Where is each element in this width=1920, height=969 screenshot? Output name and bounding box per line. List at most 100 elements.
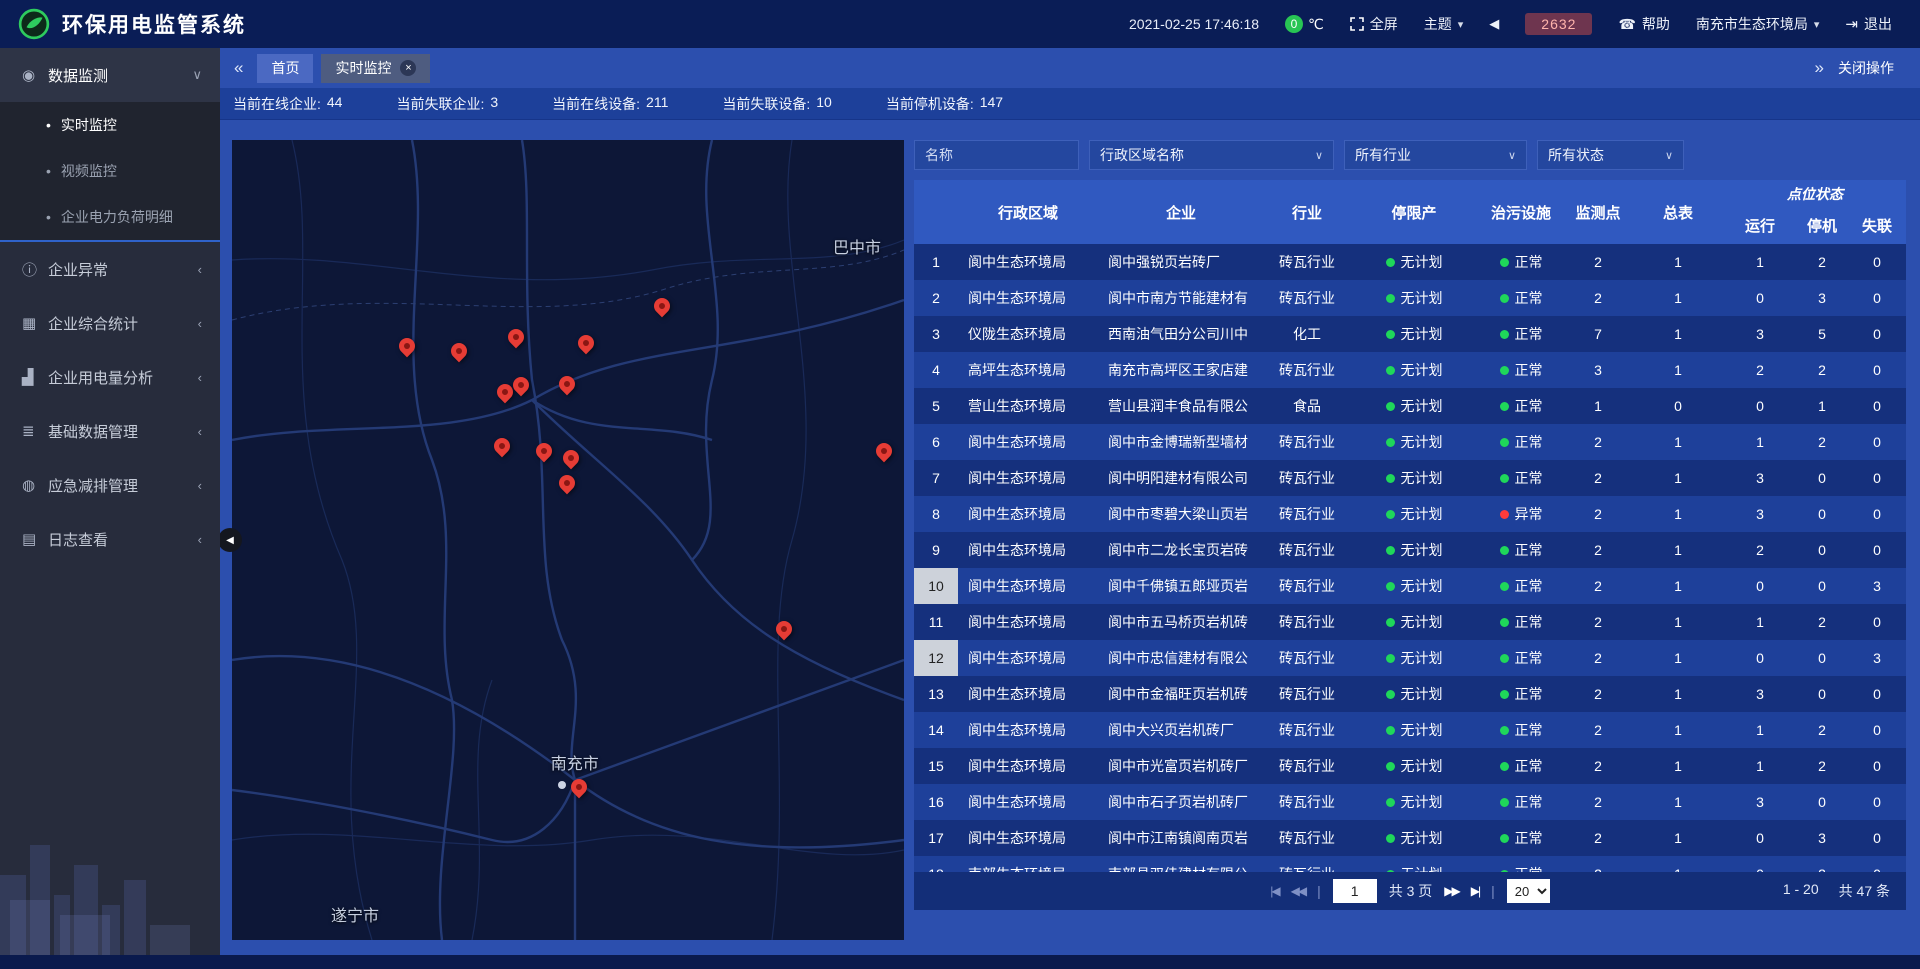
first-page-button[interactable]: |◀ xyxy=(1270,884,1278,898)
last-page-button[interactable]: ▶| xyxy=(1471,884,1479,898)
industry-filter-select[interactable]: 所有行业 ∨ xyxy=(1344,140,1527,170)
cell-monitor-points: 2 xyxy=(1564,568,1632,604)
sidebar-group-header[interactable]: ⓘ 企业异常 ‹ xyxy=(0,242,220,296)
tab-close-icon[interactable]: × xyxy=(400,60,416,76)
sidebar-group-label: 基础数据管理 xyxy=(48,421,198,442)
map-pin-icon[interactable] xyxy=(494,438,510,454)
sidebar-group-header[interactable]: ▦ 企业综合统计 ‹ xyxy=(0,296,220,350)
cell-facility-status: 正常 xyxy=(1478,244,1564,280)
map-pin-icon[interactable] xyxy=(563,450,579,466)
map-pin-icon[interactable] xyxy=(497,384,513,400)
tab[interactable]: 首页 xyxy=(257,54,313,83)
cell-region: 阆中生态环境局 xyxy=(958,244,1098,280)
map-panel[interactable]: 巴中市南充市遂宁市 ◀ xyxy=(232,140,904,940)
next-page-button[interactable]: ▶▶ xyxy=(1444,884,1458,898)
sidebar-group-header[interactable]: ◉ 数据监测 ∨ xyxy=(0,48,220,102)
table-row[interactable]: 18 南部生态环境局 南部县双佳建材有限公 砖瓦行业 无计划 正常 2 1 0 … xyxy=(914,856,1906,872)
status-filter-select[interactable]: 所有状态 ∨ xyxy=(1537,140,1684,170)
table-row[interactable]: 13 阆中生态环境局 阆中市金福旺页岩机砖 砖瓦行业 无计划 正常 2 1 3 … xyxy=(914,676,1906,712)
close-operations-button[interactable]: 关闭操作 xyxy=(1838,58,1894,78)
table-row[interactable]: 17 阆中生态环境局 阆中市江南镇阆南页岩 砖瓦行业 无计划 正常 2 1 0 … xyxy=(914,820,1906,856)
help-button[interactable]: ☎ 帮助 xyxy=(1618,14,1669,34)
map-pin-icon[interactable] xyxy=(776,621,792,637)
sidebar-subitem[interactable]: • 实时监控 xyxy=(0,102,220,148)
cell-facility-status: 正常 xyxy=(1478,352,1564,388)
sidebar-subitem[interactable]: • 视频监控 xyxy=(0,148,220,194)
map-pin-icon[interactable] xyxy=(559,376,575,392)
tab[interactable]: 实时监控 × xyxy=(321,54,430,83)
cell-disconnected: 0 xyxy=(1848,676,1906,712)
cell-production-status: 无计划 xyxy=(1350,460,1478,496)
sidebar-group-header[interactable]: ▤ 日志查看 ‹ xyxy=(0,512,220,566)
table-row[interactable]: 9 阆中生态环境局 阆中市二龙长宝页岩砖 砖瓦行业 无计划 正常 2 1 2 0… xyxy=(914,532,1906,568)
cell-monitor-points: 2 xyxy=(1564,424,1632,460)
stat-value: 147 xyxy=(980,94,1003,114)
sidebar-subitem[interactable]: • 企业电力负荷明细 xyxy=(0,194,220,240)
cell-stopped: 2 xyxy=(1796,244,1848,280)
table-row[interactable]: 10 阆中生态环境局 阆中千佛镇五郎垭页岩 砖瓦行业 无计划 正常 2 1 0 … xyxy=(914,568,1906,604)
cell-facility-status: 正常 xyxy=(1478,748,1564,784)
cell-region: 阆中生态环境局 xyxy=(958,496,1098,532)
table-row[interactable]: 4 高坪生态环境局 南充市高坪区王家店建 砖瓦行业 无计划 正常 3 1 2 2… xyxy=(914,352,1906,388)
table-row[interactable]: 3 仪陇生态环境局 西南油气田分公司川中 化工 无计划 正常 7 1 3 5 0 xyxy=(914,316,1906,352)
alert-count-badge[interactable]: 2632 xyxy=(1525,13,1592,35)
cell-running: 3 xyxy=(1724,676,1796,712)
table-row[interactable]: 16 阆中生态环境局 阆中市石子页岩机砖厂 砖瓦行业 无计划 正常 2 1 3 … xyxy=(914,784,1906,820)
fullscreen-button[interactable]: 全屏 xyxy=(1350,14,1398,34)
cell-running: 0 xyxy=(1724,388,1796,424)
sidebar-group-header[interactable]: ≣ 基础数据管理 ‹ xyxy=(0,404,220,458)
sidebar-group-header[interactable]: ◍ 应急减排管理 ‹ xyxy=(0,458,220,512)
table-row[interactable]: 15 阆中生态环境局 阆中市光富页岩机砖厂 砖瓦行业 无计划 正常 2 1 1 … xyxy=(914,748,1906,784)
map-pin-icon[interactable] xyxy=(559,475,575,491)
table-row[interactable]: 7 阆中生态环境局 阆中明阳建材有限公司 砖瓦行业 无计划 正常 2 1 3 0… xyxy=(914,460,1906,496)
cell-running: 1 xyxy=(1724,712,1796,748)
map-pin-icon[interactable] xyxy=(876,443,892,459)
table-row[interactable]: 2 阆中生态环境局 阆中市南方节能建材有 砖瓦行业 无计划 正常 2 1 0 3… xyxy=(914,280,1906,316)
page-number-input[interactable] xyxy=(1333,879,1377,903)
prev-page-button[interactable]: ◀◀ xyxy=(1291,884,1305,898)
column-group-dot-status: 点位状态 xyxy=(1724,180,1906,206)
cell-monitor-points: 2 xyxy=(1564,532,1632,568)
column-company: 企业 xyxy=(1098,180,1264,244)
cell-disconnected: 0 xyxy=(1848,460,1906,496)
map-pin-icon[interactable] xyxy=(508,329,524,345)
cell-stopped: 3 xyxy=(1796,820,1848,856)
cell-facility-status: 正常 xyxy=(1478,568,1564,604)
table-row[interactable]: 6 阆中生态环境局 阆中市金博瑞新型墙材 砖瓦行业 无计划 正常 2 1 1 2… xyxy=(914,424,1906,460)
status-dot-icon xyxy=(1386,402,1395,411)
topbar-right: 2021-02-25 17:46:18 0 ℃ 全屏 主题 ▾ ◀ 2632 ☎… xyxy=(1129,13,1892,35)
name-filter-input[interactable] xyxy=(914,140,1079,170)
map-pin-icon[interactable] xyxy=(536,443,552,459)
theme-dropdown[interactable]: 主题 ▾ xyxy=(1424,14,1464,34)
org-dropdown[interactable]: 南充市生态环境局 ▾ xyxy=(1696,14,1820,34)
table-row[interactable]: 1 阆中生态环境局 阆中强锐页岩砖厂 砖瓦行业 无计划 正常 2 1 1 2 0 xyxy=(914,244,1906,280)
cell-running: 0 xyxy=(1724,820,1796,856)
sidebar-group-header[interactable]: ▟ 企业用电量分析 ‹ xyxy=(0,350,220,404)
map-pin-icon[interactable] xyxy=(571,779,587,795)
page-size-select[interactable]: 20 xyxy=(1507,879,1550,903)
table-row[interactable]: 12 阆中生态环境局 阆中市忠信建材有限公 砖瓦行业 无计划 正常 2 1 0 … xyxy=(914,640,1906,676)
tabs-scroll-left-button[interactable]: « xyxy=(234,58,243,78)
tabs-scroll-right-button[interactable]: » xyxy=(1815,58,1824,78)
status-dot-icon xyxy=(1500,330,1509,339)
column-total-meters: 总表 xyxy=(1632,180,1724,244)
page-range-label: 1 - 20 xyxy=(1783,881,1819,901)
table-row[interactable]: 11 阆中生态环境局 阆中市五马桥页岩机砖 砖瓦行业 无计划 正常 2 1 1 … xyxy=(914,604,1906,640)
table-row[interactable]: 8 阆中生态环境局 阆中市枣碧大梁山页岩 砖瓦行业 无计划 异常 2 1 3 0… xyxy=(914,496,1906,532)
top-header: 环保用电监管系统 2021-02-25 17:46:18 0 ℃ 全屏 主题 ▾… xyxy=(0,0,1920,48)
map-pin-icon[interactable] xyxy=(654,298,670,314)
map-pin-icon[interactable] xyxy=(513,377,529,393)
region-filter-select[interactable]: 行政区域名称 ∨ xyxy=(1089,140,1334,170)
status-dot-icon xyxy=(1500,366,1509,375)
logout-button[interactable]: ⇥ 退出 xyxy=(1845,14,1892,34)
table-row[interactable]: 14 阆中生态环境局 阆中大兴页岩机砖厂 砖瓦行业 无计划 正常 2 1 1 2… xyxy=(914,712,1906,748)
map-pin-icon[interactable] xyxy=(399,338,415,354)
cell-facility-status: 正常 xyxy=(1478,460,1564,496)
speaker-button[interactable]: ◀ xyxy=(1489,16,1499,32)
cell-region: 阆中生态环境局 xyxy=(958,424,1098,460)
map-pin-icon[interactable] xyxy=(451,343,467,359)
sidebar-menu: ◉ 数据监测 ∨ • 实时监控 • 视频监控 • 企业电力负荷明细 ⓘ 企业异常… xyxy=(0,48,220,566)
status-dot-icon xyxy=(1386,654,1395,663)
map-pin-icon[interactable] xyxy=(578,335,594,351)
table-row[interactable]: 5 营山生态环境局 营山县润丰食品有限公 食品 无计划 正常 1 0 0 1 0 xyxy=(914,388,1906,424)
